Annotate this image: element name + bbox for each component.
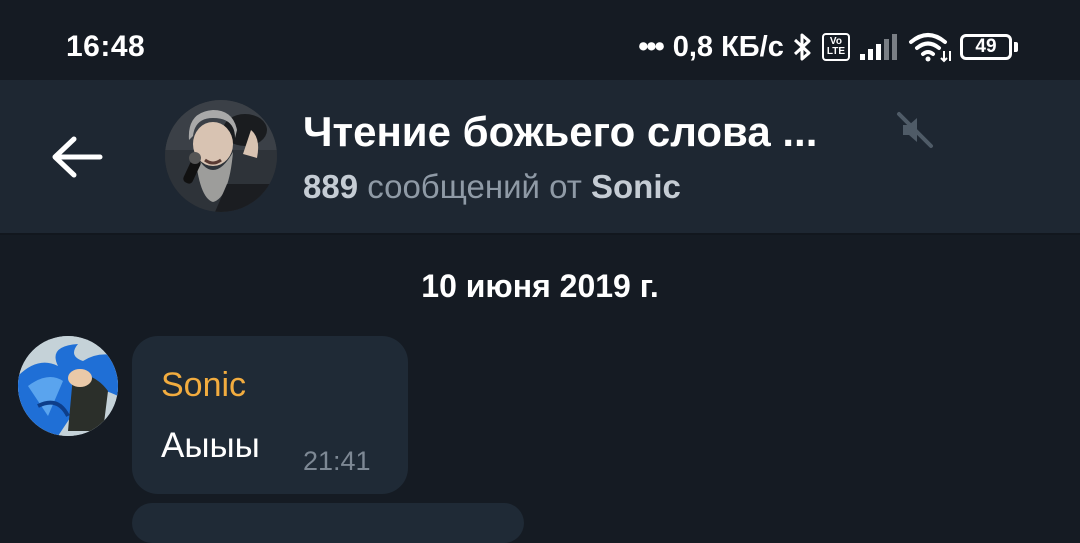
subtitle-author: Sonic — [591, 168, 681, 205]
signal-icon — [860, 34, 897, 60]
avatar-image — [18, 336, 118, 436]
avatar-image — [165, 100, 277, 212]
subtitle-text: сообщений от — [358, 168, 592, 205]
message-bubble[interactable]: Sonic Аыыы 21:41 — [132, 336, 408, 494]
message-text: Аыыы — [161, 426, 260, 465]
chat-subtitle: 889 сообщений от Sonic — [303, 168, 681, 206]
status-icons: ••• 0,8 КБ/с Vo LTE 49 — [638, 27, 1018, 67]
volume-off-icon — [897, 112, 933, 148]
chat-avatar[interactable] — [165, 100, 277, 212]
more-notifications-icon: ••• — [638, 30, 665, 63]
volte-icon: Vo LTE — [821, 33, 850, 61]
status-bar: 16:48 ••• 0,8 КБ/с Vo LTE 49 — [0, 0, 1080, 80]
wifi-icon — [909, 33, 951, 63]
network-speed: 0,8 КБ/с — [672, 30, 784, 63]
arrow-left-icon[interactable] — [50, 135, 104, 179]
sender-avatar[interactable] — [18, 336, 118, 436]
battery-level: 49 — [960, 34, 1012, 60]
message-count: 889 — [303, 168, 359, 205]
bluetooth-icon — [793, 33, 811, 61]
next-message-bubble[interactable] — [132, 503, 524, 543]
chat-title: Чтение божьего слова ... — [303, 108, 818, 155]
date-separator: 10 июня 2019 г. — [421, 268, 659, 304]
message-time: 21:41 — [303, 446, 371, 476]
status-time: 16:48 — [66, 30, 146, 63]
battery-icon: 49 — [960, 34, 1018, 60]
message-sender[interactable]: Sonic — [161, 366, 246, 405]
chat-header: Чтение божьего слова ... 889 сообщений о… — [0, 80, 1080, 235]
